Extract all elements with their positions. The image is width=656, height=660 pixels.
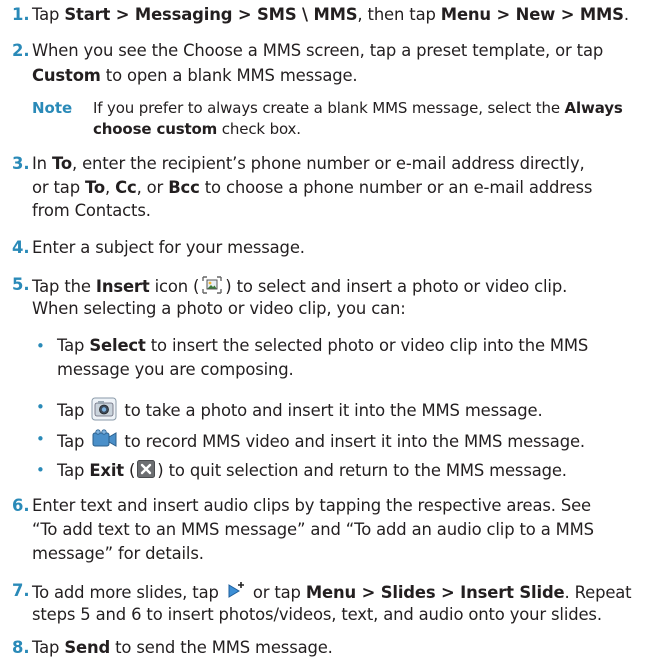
step-3-text-line2: or tap To, Cc, or Bcc to choose a phone … (32, 178, 593, 197)
note-text-line1: If you prefer to always create a blank M… (93, 99, 623, 117)
step-6-text-line2: “To add text to an MMS message” and “To … (32, 520, 594, 539)
step-7-text-line1: To add more slides, tap or tap Menu > Sl… (32, 581, 632, 606)
step-6-number: 6. (12, 496, 30, 515)
bullet-marker: • (36, 337, 45, 355)
step-4-number: 4. (12, 238, 30, 257)
camera-icon (91, 397, 117, 426)
note-label: Note (32, 99, 73, 117)
exit-close-icon (137, 460, 156, 483)
bullet-marker: • (36, 430, 45, 448)
step-8-number: 8. (12, 638, 30, 657)
step-2-text-line2: Custom to open a blank MMS message. (32, 66, 358, 85)
step-4-text: Enter a subject for your message. (32, 238, 305, 257)
step-3-text-line1: In To, enter the recipient’s phone numbe… (32, 154, 585, 173)
bullet-1-line2: message you are composing. (57, 360, 294, 379)
step-5-text-line2: When selecting a photo or video clip, yo… (32, 299, 406, 318)
bullet-marker: • (36, 398, 45, 416)
bullet-3-text: Tap to record MMS video and insert it in… (57, 429, 585, 456)
step-3-number: 3. (12, 154, 30, 173)
bullet-4-text: Tap Exit () to quit selection and return… (57, 460, 567, 483)
step-2-number: 2. (12, 41, 30, 60)
insert-media-icon (201, 275, 223, 300)
step-5-number: 5. (12, 275, 30, 294)
step-3-text-line3: from Contacts. (32, 201, 151, 220)
step-6-text-line3: message” for details. (32, 544, 204, 563)
step-5-text-line1: Tap the Insert icon () to select and ins… (32, 275, 567, 300)
bullet-2-text: Tap to take a photo and insert it into t… (57, 397, 543, 426)
cropped-heading (12, 0, 252, 2)
step-7-number: 7. (12, 581, 30, 600)
instruction-page: 1. Tap Start > Messaging > SMS \ MMS, th… (0, 0, 656, 660)
bullet-marker: • (36, 461, 45, 479)
bullet-1-line1: Tap Select to insert the selected photo … (57, 336, 589, 355)
video-camera-icon (91, 429, 117, 456)
step-7-text-line2: steps 5 and 6 to insert photos/videos, t… (32, 605, 602, 624)
note-text-line2: choose custom check box. (93, 120, 301, 138)
step-6-text-line1: Enter text and insert audio clips by tap… (32, 496, 591, 515)
step-2-text-line1: When you see the Choose a MMS screen, ta… (32, 41, 604, 60)
step-1-text: Tap Start > Messaging > SMS \ MMS, then … (32, 5, 629, 24)
step-8-text: Tap Send to send the MMS message. (32, 638, 333, 657)
step-1-number: 1. (12, 5, 30, 24)
add-slide-icon (226, 581, 246, 606)
